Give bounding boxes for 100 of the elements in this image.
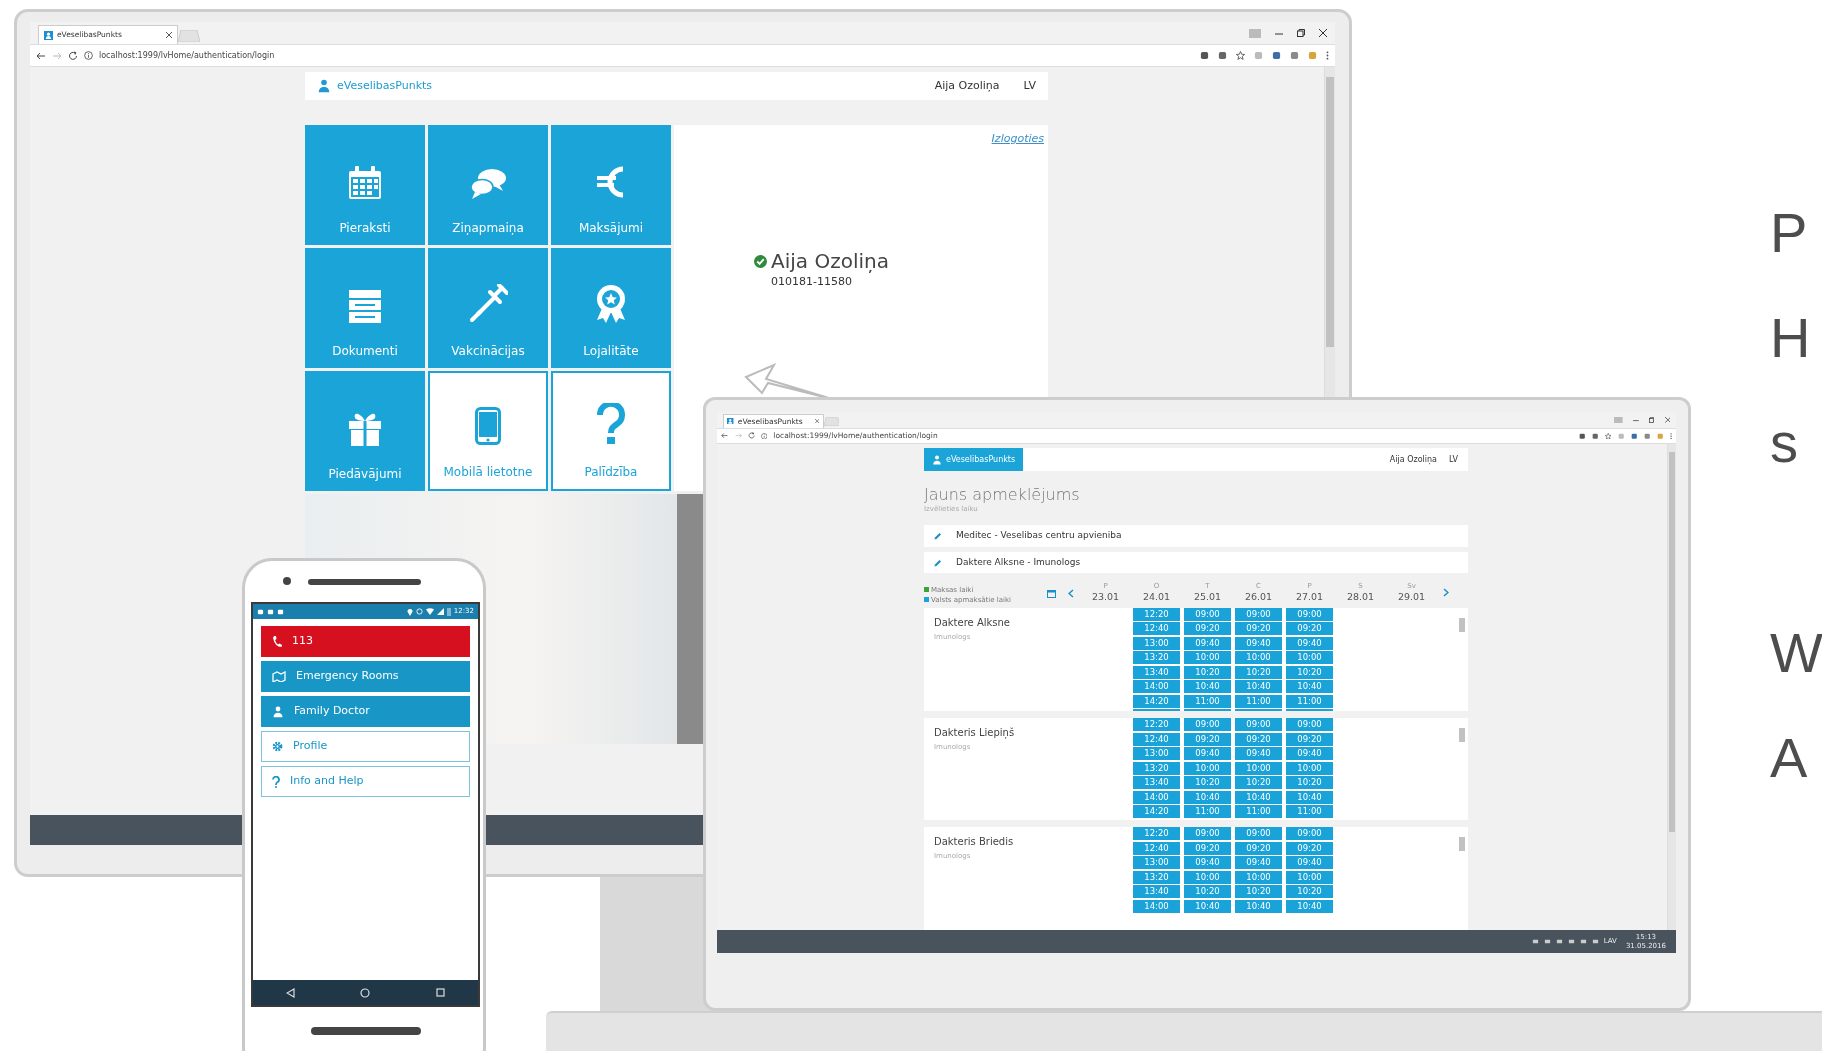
time-slot[interactable]: 09:20 xyxy=(1286,622,1333,636)
time-slot[interactable]: 10:00 xyxy=(1184,651,1231,665)
star-icon[interactable] xyxy=(1604,432,1612,440)
selection-row[interactable]: Daktere Alksne - Imunologs xyxy=(924,551,1468,574)
time-slot[interactable]: 10:00 xyxy=(1235,870,1282,884)
time-slot[interactable]: 10:40 xyxy=(1184,680,1231,694)
time-slot[interactable]: 11:00 xyxy=(1286,805,1333,819)
time-slot[interactable]: 09:00 xyxy=(1286,718,1333,732)
scrollbar-thumb[interactable] xyxy=(1326,77,1334,347)
time-slot[interactable]: 10:40 xyxy=(1286,790,1333,804)
time-slot[interactable]: 13:00 xyxy=(1133,636,1180,650)
time-slot[interactable]: 10:40 xyxy=(1235,899,1282,913)
time-slot[interactable]: 10:20 xyxy=(1286,665,1333,679)
time-slot[interactable]: 09:40 xyxy=(1184,747,1231,761)
time-slot[interactable]: 09:40 xyxy=(1286,747,1333,761)
translate-icon[interactable] xyxy=(1591,432,1599,440)
time-slot[interactable]: 12:20 xyxy=(1133,827,1180,841)
menu-icon[interactable] xyxy=(1326,51,1329,60)
time-slot[interactable]: 09:20 xyxy=(1184,732,1231,746)
star-icon[interactable] xyxy=(1236,51,1245,60)
time-slot[interactable]: 09:40 xyxy=(1235,856,1282,870)
language-selector[interactable]: LV xyxy=(1448,453,1458,466)
menu-tile[interactable]: Dokumenti xyxy=(305,248,425,368)
time-slot[interactable]: 09:20 xyxy=(1235,841,1282,855)
scrollbar-thumb[interactable] xyxy=(1459,728,1465,743)
brand-button[interactable]: eVeselibasPunkts xyxy=(924,448,1024,472)
time-slot[interactable]: 09:00 xyxy=(1184,827,1231,841)
menu-button[interactable]: Family Doctor xyxy=(261,696,470,727)
time-slot[interactable]: 10:00 xyxy=(1235,651,1282,665)
user-name[interactable]: Aija Ozoliņa xyxy=(1389,453,1437,466)
menu-button[interactable]: 113 xyxy=(261,626,470,657)
scrollbar-thumb[interactable] xyxy=(1459,617,1465,632)
time-slot[interactable]: 13:20 xyxy=(1133,870,1180,884)
time-slot[interactable]: 13:20 xyxy=(1133,761,1180,775)
battery-icon[interactable] xyxy=(1555,938,1563,945)
network-icon[interactable] xyxy=(1543,938,1551,945)
menu-tile[interactable]: Mobilā lietotne xyxy=(428,371,548,491)
time-slot[interactable]: 10:20 xyxy=(1286,776,1333,790)
time-slot[interactable]: 11:00 xyxy=(1286,694,1333,708)
time-slot[interactable]: 11:00 xyxy=(1235,694,1282,708)
menu-tile[interactable]: Lojalitāte xyxy=(551,248,671,368)
time-slot[interactable]: 09:40 xyxy=(1184,636,1231,650)
scrollbar[interactable] xyxy=(1667,444,1676,930)
time-slot[interactable]: 13:40 xyxy=(1133,776,1180,790)
menu-tile[interactable]: Piedāvājumi xyxy=(305,371,425,491)
time-slot[interactable]: 09:20 xyxy=(1286,732,1333,746)
time-slot[interactable]: 09:20 xyxy=(1286,841,1333,855)
time-slot[interactable]: 10:00 xyxy=(1235,761,1282,775)
time-slot[interactable]: 10:40 xyxy=(1286,680,1333,694)
time-slot[interactable]: 09:00 xyxy=(1286,827,1333,841)
time-slot[interactable]: 10:20 xyxy=(1235,885,1282,899)
time-slot[interactable]: 11:00 xyxy=(1235,805,1282,819)
time-slot[interactable]: 11:00 xyxy=(1184,694,1231,708)
time-slot[interactable]: 12:40 xyxy=(1133,732,1180,746)
time-slot[interactable]: 09:20 xyxy=(1184,841,1231,855)
time-slot[interactable]: 09:40 xyxy=(1235,747,1282,761)
reload-icon[interactable] xyxy=(747,432,755,440)
pin-icon[interactable] xyxy=(1578,432,1586,440)
time-slot[interactable]: 09:40 xyxy=(1184,856,1231,870)
time-slot[interactable]: 10:40 xyxy=(1235,790,1282,804)
language-selector[interactable]: LV xyxy=(1023,77,1036,95)
time-slot[interactable]: 12:40 xyxy=(1133,841,1180,855)
time-slot[interactable]: 14:00 xyxy=(1133,680,1180,694)
brand-name[interactable]: eVeselibasPunkts xyxy=(337,77,433,95)
time-slot[interactable]: 09:40 xyxy=(1286,636,1333,650)
time-slot[interactable]: 12:20 xyxy=(1133,718,1180,732)
time-slot[interactable]: 11:00 xyxy=(1184,805,1231,819)
time-slot[interactable]: 09:00 xyxy=(1286,607,1333,621)
time-slot[interactable]: 09:40 xyxy=(1235,636,1282,650)
previous-week-icon[interactable] xyxy=(1068,588,1074,598)
time-slot[interactable]: 09:00 xyxy=(1235,718,1282,732)
back-arrow-icon[interactable] xyxy=(36,50,46,61)
time-slot[interactable]: 14:00 xyxy=(1133,899,1180,913)
time-slot[interactable]: 13:40 xyxy=(1133,885,1180,899)
time-slot[interactable]: 13:00 xyxy=(1133,856,1180,870)
recents-icon[interactable] xyxy=(436,988,446,997)
time-slot[interactable]: 09:20 xyxy=(1235,622,1282,636)
time-slot[interactable]: 12:40 xyxy=(1133,622,1180,636)
scrollbar-thumb[interactable] xyxy=(1669,452,1675,833)
address-bar-url[interactable]: localhost:1999/lvHome/authentication/login xyxy=(99,49,275,62)
close-icon[interactable] xyxy=(166,32,172,38)
time-slot[interactable]: 10:00 xyxy=(1286,870,1333,884)
time-slot[interactable]: 09:20 xyxy=(1235,732,1282,746)
forward-arrow-icon[interactable] xyxy=(52,50,62,61)
time-slot[interactable]: 09:40 xyxy=(1286,856,1333,870)
time-slot[interactable]: 14:00 xyxy=(1133,790,1180,804)
time-slot[interactable]: 13:00 xyxy=(1133,747,1180,761)
time-slot[interactable]: 14:20 xyxy=(1133,694,1180,708)
chevron-up-icon[interactable] xyxy=(1531,938,1539,945)
time-slot[interactable]: 10:20 xyxy=(1184,776,1231,790)
pen-icon[interactable] xyxy=(1567,938,1575,945)
time-slot[interactable]: 10:00 xyxy=(1184,870,1231,884)
reload-icon[interactable] xyxy=(68,50,78,61)
scrollbar-thumb[interactable] xyxy=(1459,837,1465,852)
time-slot[interactable]: 10:40 xyxy=(1184,790,1231,804)
menu-button[interactable]: Emergency Rooms xyxy=(261,661,470,692)
time-slot[interactable]: 10:20 xyxy=(1184,665,1231,679)
time-slot[interactable]: 09:20 xyxy=(1184,622,1231,636)
time-slot[interactable]: 09:00 xyxy=(1184,718,1231,732)
calendar-icon[interactable] xyxy=(1047,588,1056,598)
